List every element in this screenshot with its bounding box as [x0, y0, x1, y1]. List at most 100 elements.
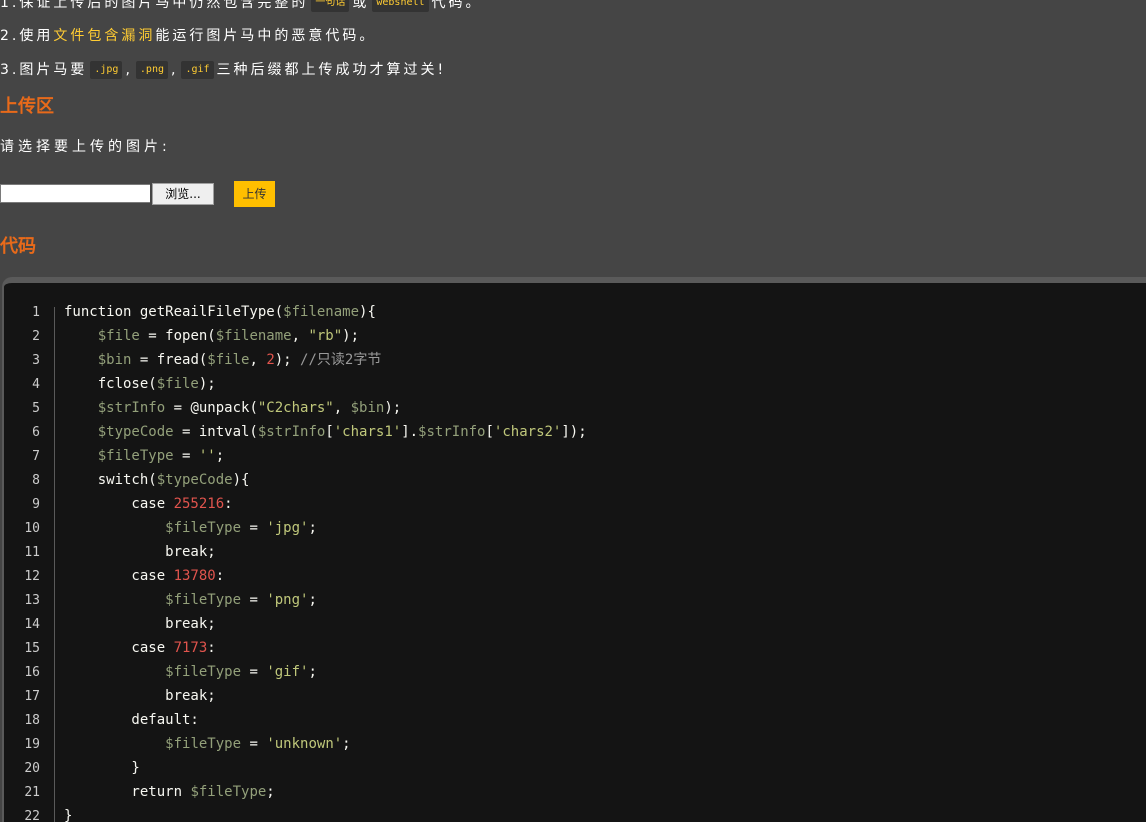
code-token: fclose( [64, 376, 157, 392]
browse-button[interactable]: 浏览... [152, 183, 214, 205]
code-token: "C2chars" [257, 400, 334, 416]
code-token: 13780 [173, 568, 216, 584]
code-token: $bin [350, 400, 385, 416]
code-token: 'gif' [266, 664, 309, 680]
code-token: = fread( [131, 352, 208, 368]
line-source: $file = fopen($filename, "rb"); [64, 324, 359, 348]
code-lines: 1 function getReailFileType($filename){2 … [4, 300, 586, 822]
code-token: $strInfo [97, 400, 166, 416]
line-source: return $fileType; [64, 780, 275, 804]
line-source: switch($typeCode){ [64, 468, 250, 492]
line-number: 6 [32, 425, 40, 440]
code-token: , [291, 328, 309, 344]
code-line: 18 default: [4, 708, 199, 732]
rule-2-suffix: 能运行图片马中的恶意代码。 [155, 28, 377, 44]
page: 1.保证上传后的图片马中仍然包含完整的 一句话或 webshell 代码。 2.使用文… [0, 0, 1146, 822]
line-source: fclose($file); [64, 372, 216, 396]
code-token: ); [198, 376, 216, 392]
choose-image-label: 请选择要上传的图片: [0, 139, 171, 155]
code-line: 12 case 13780: [4, 564, 224, 588]
code-section-heading: 代码 [0, 236, 36, 257]
code-token: case [64, 640, 174, 656]
rule-3-chip-gif: .gif [181, 61, 214, 79]
rule-1-chip-webshell: webshell [372, 0, 429, 12]
code-token: } [64, 808, 73, 822]
code-token: $fileType [165, 520, 242, 536]
code-token: //只读2字节 [300, 352, 382, 368]
code-token: $strInfo [418, 424, 486, 440]
code-token: $file [207, 352, 250, 368]
line-number: 22 [24, 809, 40, 822]
code-line: 4 fclose($file); [4, 372, 216, 396]
line-number: 1 [32, 305, 40, 320]
code-line: 3 $bin = fread($file, 2); //只读2字节 [4, 348, 381, 372]
code-line: 15 case 7173: [4, 636, 215, 660]
code-block: 1 function getReailFileType($filename){2 … [2, 277, 1146, 822]
code-token: : [215, 568, 225, 584]
code-token: 7173 [173, 640, 208, 656]
rule-3-sep-1: , [125, 62, 133, 78]
line-number: 19 [24, 737, 40, 752]
rule-1: 1.保证上传后的图片马中仍然包含完整的 一句话或 webshell 代码。 [0, 0, 483, 13]
code-token: break; [64, 616, 216, 632]
line-number: 11 [24, 545, 40, 560]
code-token: 'png' [266, 592, 309, 608]
code-token: ]); [561, 424, 587, 440]
code-token: ; [266, 784, 275, 800]
code-token: : [207, 640, 216, 656]
code-line: 21 return $fileType; [4, 780, 274, 804]
code-token: $filename [283, 304, 360, 320]
gutter-divider [54, 307, 55, 822]
line-source: } [64, 756, 140, 780]
line-number: 10 [24, 521, 40, 536]
rule-3: 3.图片马要 .jpg, .png, .gif 三种后缀都上传成功才算过关! [0, 60, 446, 80]
code-line: 5 $strInfo = @unpack("C2chars", $bin); [4, 396, 401, 420]
code-token: ; [215, 448, 225, 464]
code-line: 11 break; [4, 540, 215, 564]
line-number: 7 [32, 449, 40, 464]
code-line: 8 switch($typeCode){ [4, 468, 249, 492]
line-source: $strInfo = @unpack("C2chars", $bin); [64, 396, 401, 420]
code-token: = @unpack( [165, 400, 258, 416]
code-token: ]. [401, 424, 419, 440]
code-token: ; [308, 592, 317, 608]
code-token: $typeCode [156, 472, 233, 488]
code-line: 9 case 255216: [4, 492, 232, 516]
code-token: case [64, 496, 174, 512]
code-token: [ [485, 424, 494, 440]
line-number: 9 [32, 497, 40, 512]
code-token: ); [274, 352, 301, 368]
code-token: = [241, 736, 267, 752]
line-source: $fileType = 'unknown'; [64, 732, 350, 756]
line-source: $fileType = 'gif'; [64, 660, 317, 684]
rule-3-prefix: 3.图片马要 [0, 62, 88, 78]
code-token: default: [64, 712, 199, 728]
code-token: return [64, 784, 191, 800]
code-token: ){ [359, 304, 376, 320]
code-token: 'unknown' [266, 736, 343, 752]
upload-button[interactable]: 上传 [234, 181, 275, 207]
rule-1-mid: 或 [352, 0, 370, 11]
line-number: 12 [24, 569, 40, 584]
code-token: } [64, 760, 140, 776]
code-token: ; [308, 664, 317, 680]
code-token: switch( [64, 472, 157, 488]
line-number: 5 [32, 401, 40, 416]
code-token: $fileType [190, 784, 267, 800]
line-number: 20 [24, 761, 40, 776]
file-path-field[interactable] [0, 184, 150, 203]
code-token: 'chars1' [333, 424, 402, 440]
code-token: $file [156, 376, 199, 392]
code-line: 17 break; [4, 684, 215, 708]
line-number: 4 [32, 377, 40, 392]
line-source: $fileType = 'jpg'; [64, 516, 317, 540]
line-source: $fileType = 'png'; [64, 588, 317, 612]
code-token: 2 [266, 352, 275, 368]
code-token: break; [64, 688, 216, 704]
